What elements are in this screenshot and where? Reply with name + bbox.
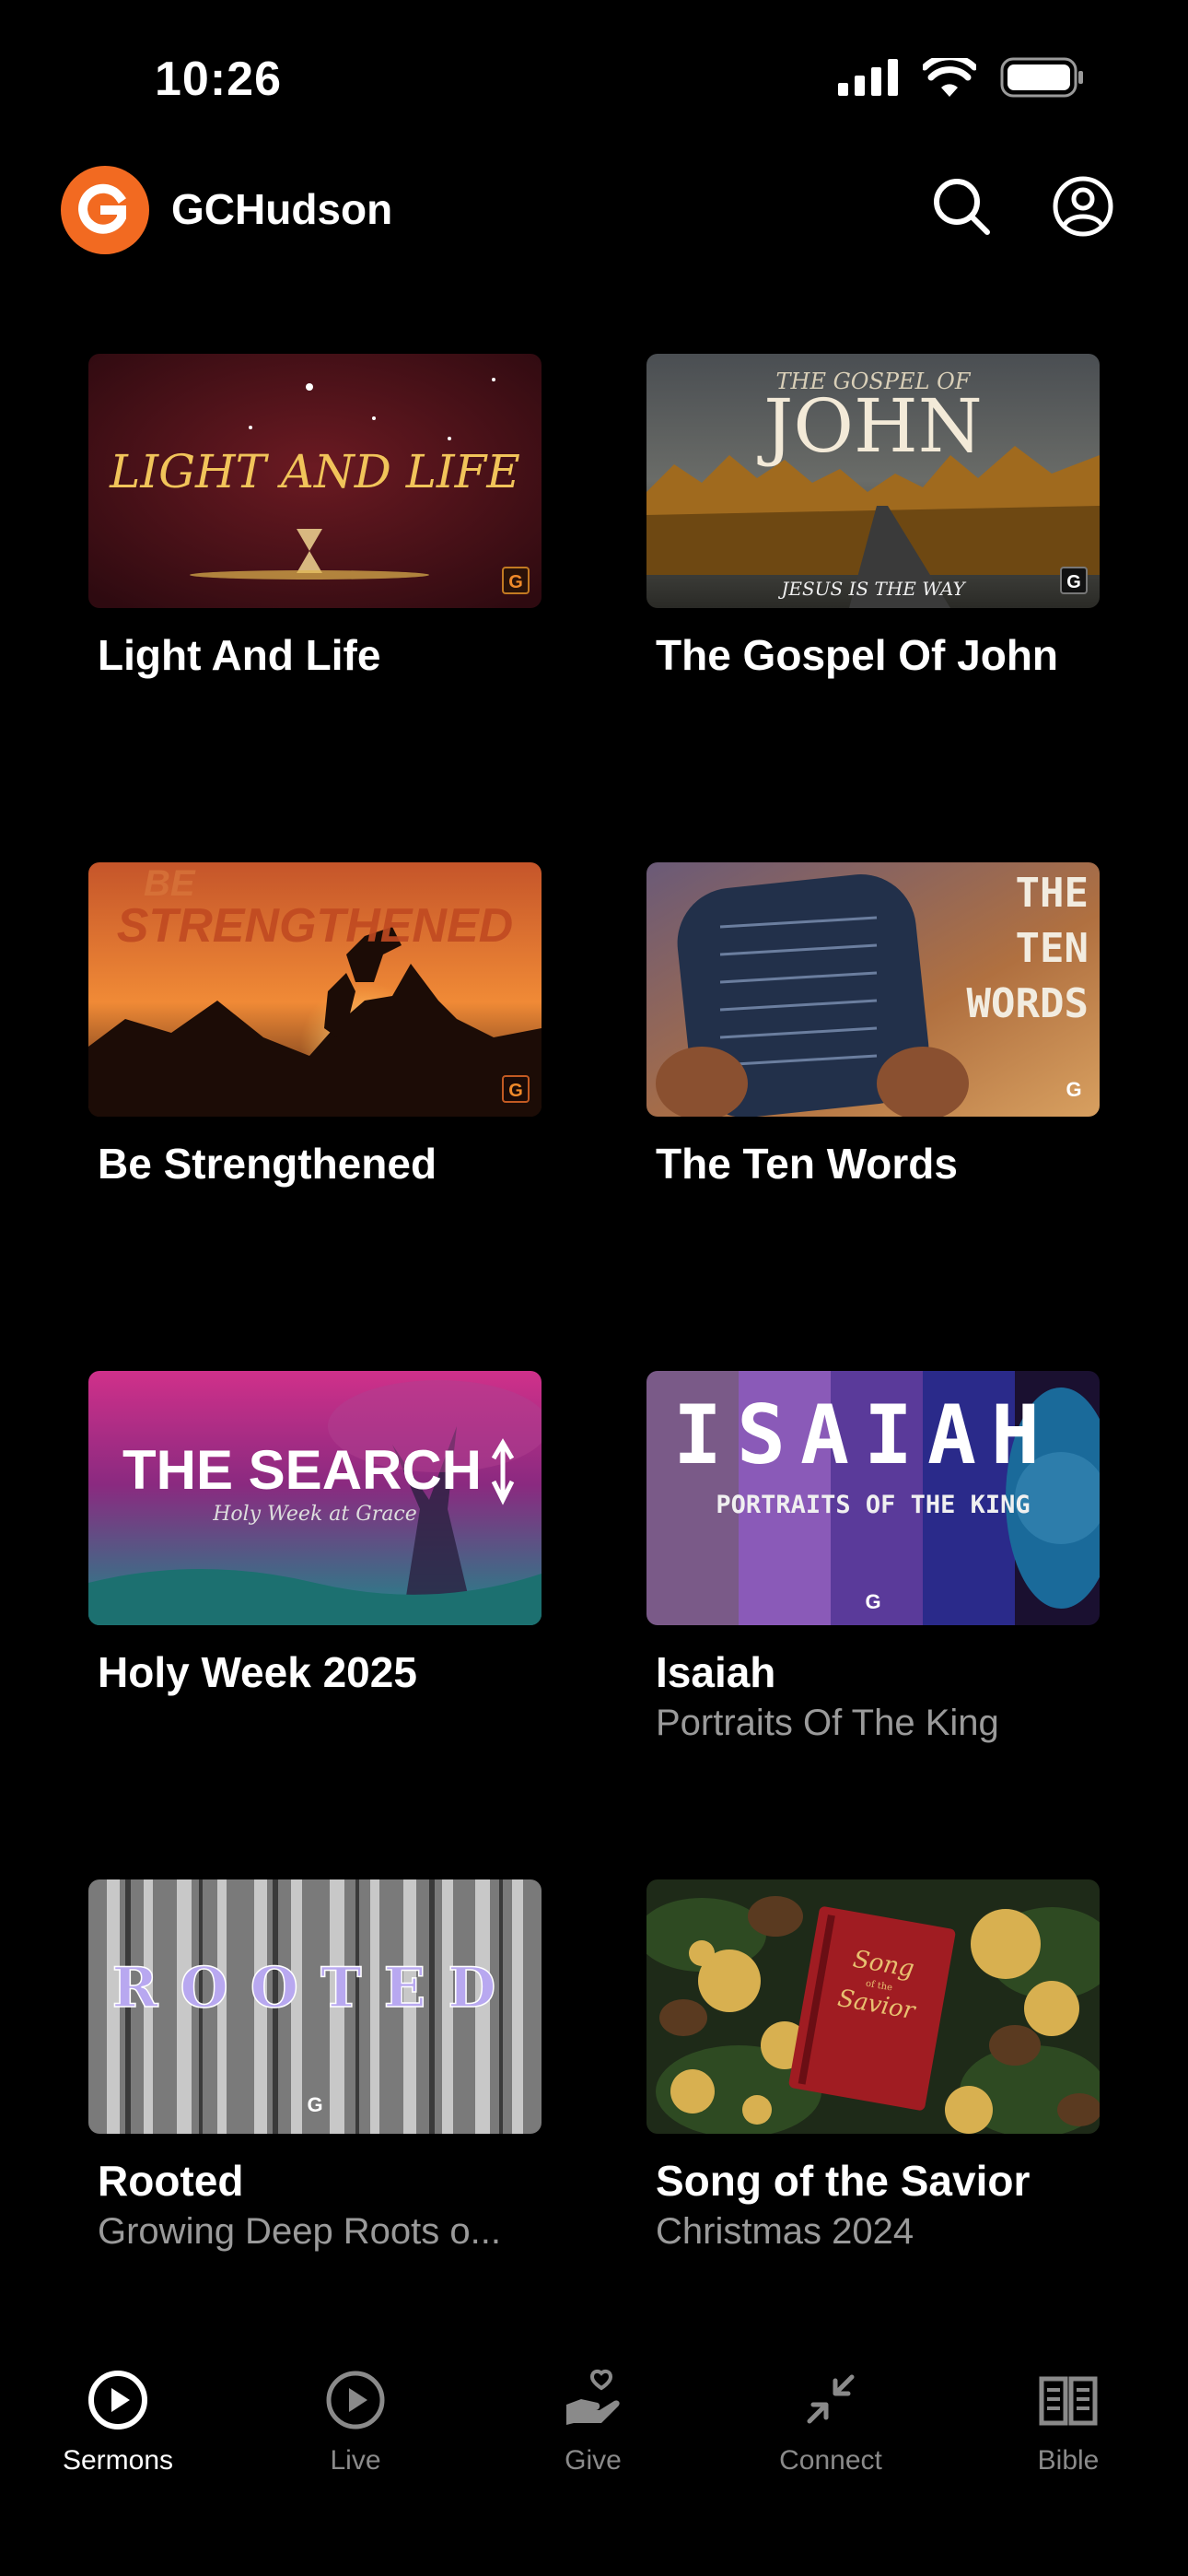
- user-circle-icon: [1053, 176, 1113, 237]
- series-thumbnail[interactable]: ROOTED G: [88, 1879, 542, 2134]
- series-title: Song of the Savior: [656, 2157, 1031, 2205]
- open-book-icon: [1039, 2376, 1098, 2426]
- series-title: Rooted: [98, 2157, 244, 2205]
- search-icon: [934, 179, 990, 235]
- profile-button[interactable]: [1050, 173, 1116, 240]
- wifi-icon: [923, 58, 976, 97]
- series-card-the-gospel-of-john[interactable]: THE GOSPEL OF JOHN JESUS IS THE WAY G Th…: [646, 354, 1100, 814]
- tab-bible[interactable]: Bible: [967, 2368, 1170, 2506]
- series-title: Isaiah: [656, 1648, 776, 1696]
- app-name: GCHudson: [171, 185, 393, 233]
- series-thumbnail[interactable]: LIGHT AND LIFE G: [88, 354, 542, 608]
- status-bar: 10:26: [0, 0, 1188, 157]
- series-subtitle: Growing Deep Roots o...: [98, 2211, 501, 2252]
- status-icons: [838, 57, 1085, 98]
- tab-bar: Sermons Live Give Connect Bible: [0, 2340, 1188, 2576]
- series-card-rooted[interactable]: ROOTED G Rooted Growing Deep Roots o...: [88, 1879, 542, 2340]
- series-art-logo: G: [1066, 1078, 1081, 1101]
- series-card-holy-week-2025[interactable]: THE SEARCH Holy Week at Grace Holy Week …: [88, 1371, 542, 1832]
- arrows-in-icon: [807, 2374, 855, 2424]
- series-art-logo: G: [508, 572, 523, 592]
- series-card-song-of-the-savior[interactable]: Song of the Savior Song of the Savior Ch…: [646, 1879, 1100, 2340]
- series-title: The Ten Words: [656, 1140, 958, 1188]
- tab-label: Connect: [779, 2445, 882, 2476]
- heart-hand-icon: [566, 2369, 620, 2425]
- series-title: Holy Week 2025: [98, 1648, 417, 1696]
- series-subtitle: Christmas 2024: [656, 2211, 914, 2252]
- tab-connect[interactable]: Connect: [729, 2368, 932, 2506]
- series-subtitle: Portraits Of The King: [656, 1703, 999, 1743]
- series-art-title: ISAIAH: [673, 1388, 1054, 1482]
- series-art-line: WORDS: [967, 980, 1089, 1027]
- series-art-title: ROOTED: [112, 1956, 518, 2020]
- series-title: Light And Life: [98, 631, 381, 679]
- series-thumbnail[interactable]: THE TEN WORDS G: [646, 862, 1100, 1117]
- series-art-line: THE: [1016, 870, 1089, 917]
- series-art-logo: G: [508, 1081, 523, 1101]
- series-art-title: STRENGTHENED: [117, 899, 513, 953]
- home-indicator: [467, 2543, 721, 2552]
- series-card-the-ten-words[interactable]: THE TEN WORDS G The Ten Words: [646, 862, 1100, 1323]
- play-circle-icon: [88, 2371, 147, 2430]
- tab-label: Bible: [1037, 2445, 1100, 2476]
- search-button[interactable]: [928, 173, 995, 240]
- series-card-be-strengthened[interactable]: BE STRENGTHENED G Be Strengthened: [88, 862, 542, 1323]
- status-time: 10:26: [155, 53, 282, 106]
- g-logo-icon: [78, 183, 126, 234]
- tab-give[interactable]: Give: [492, 2368, 694, 2506]
- series-art-logo: G: [1066, 572, 1081, 592]
- series-art-tagline: JESUS IS THE WAY: [777, 578, 966, 600]
- series-thumbnail[interactable]: ISAIAH PORTRAITS OF THE KING G: [646, 1371, 1100, 1625]
- series-art-tagline: Holy Week at Grace: [212, 1503, 417, 1526]
- app-logo[interactable]: [61, 166, 149, 254]
- series-art-logo: G: [307, 2093, 322, 2116]
- tab-live[interactable]: Live: [254, 2368, 457, 2506]
- series-title: The Gospel Of John: [656, 631, 1059, 679]
- series-art-title: THE SEARCH: [122, 1439, 482, 1501]
- series-art-logo: G: [865, 1590, 880, 1613]
- series-art-line: TEN: [1016, 925, 1089, 972]
- tab-sermons[interactable]: Sermons: [17, 2368, 219, 2506]
- series-thumbnail[interactable]: Song of the Savior: [646, 1879, 1100, 2134]
- series-card-isaiah[interactable]: ISAIAH PORTRAITS OF THE KING G Isaiah Po…: [646, 1371, 1100, 1832]
- battery-icon: [1000, 57, 1083, 98]
- series-thumbnail[interactable]: THE GOSPEL OF JOHN JESUS IS THE WAY G: [646, 354, 1100, 608]
- series-art-title: LIGHT AND LIFE: [109, 445, 520, 498]
- tab-label: Give: [565, 2445, 622, 2476]
- play-circle-icon: [326, 2371, 385, 2430]
- tab-label: Live: [330, 2445, 381, 2476]
- cellular-signal-icon: [838, 59, 898, 96]
- series-art-kicker: BE: [144, 863, 196, 904]
- app-header: GCHudson: [0, 157, 1188, 267]
- tab-label: Sermons: [62, 2445, 174, 2476]
- series-thumbnail[interactable]: THE SEARCH Holy Week at Grace: [88, 1371, 542, 1625]
- series-card-light-and-life[interactable]: LIGHT AND LIFE G Light And Life: [88, 354, 542, 814]
- series-thumbnail[interactable]: BE STRENGTHENED G: [88, 862, 542, 1117]
- series-title: Be Strengthened: [98, 1140, 437, 1188]
- series-art-tagline: PORTRAITS OF THE KING: [716, 1491, 1030, 1519]
- series-art-title: JOHN: [757, 383, 982, 469]
